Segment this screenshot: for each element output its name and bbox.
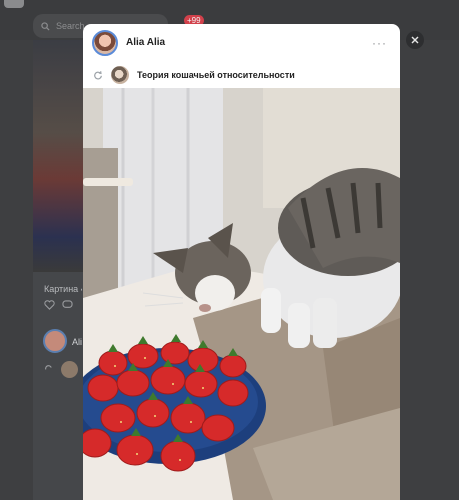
search-icon [41,21,50,31]
vk-logo[interactable] [4,0,24,8]
author-avatar[interactable] [92,29,118,56]
group-avatar[interactable] [111,65,129,84]
close-button[interactable] [406,31,424,49]
more-horizontal-icon[interactable]: ··· [372,36,387,50]
feed-post-photo[interactable] [33,40,83,272]
close-icon [411,36,419,44]
feed-repost-icon [45,365,52,370]
post-modal: Alia Alia ··· Теория кошачьей относитель… [83,24,400,500]
feed-author-avatar[interactable] [43,329,67,353]
feed-post-caption: Картина « [44,284,82,294]
feed-author-name[interactable]: Ali [72,337,82,347]
search-placeholder: Search [56,21,85,31]
repost-icon [94,70,102,79]
modal-header: Alia Alia ··· [83,24,400,61]
photo-cat-and-strawberries [83,88,400,500]
author-name[interactable]: Alia Alia [126,37,165,48]
post-photo[interactable] [83,88,400,500]
like-icon[interactable] [44,300,55,310]
repost-row: Теория кошачьей относительности [83,61,400,88]
feed-post-actions [44,300,73,310]
comment-icon[interactable] [62,300,73,310]
feed-group-avatar[interactable] [61,361,78,378]
group-name[interactable]: Теория кошачьей относительности [137,70,295,80]
